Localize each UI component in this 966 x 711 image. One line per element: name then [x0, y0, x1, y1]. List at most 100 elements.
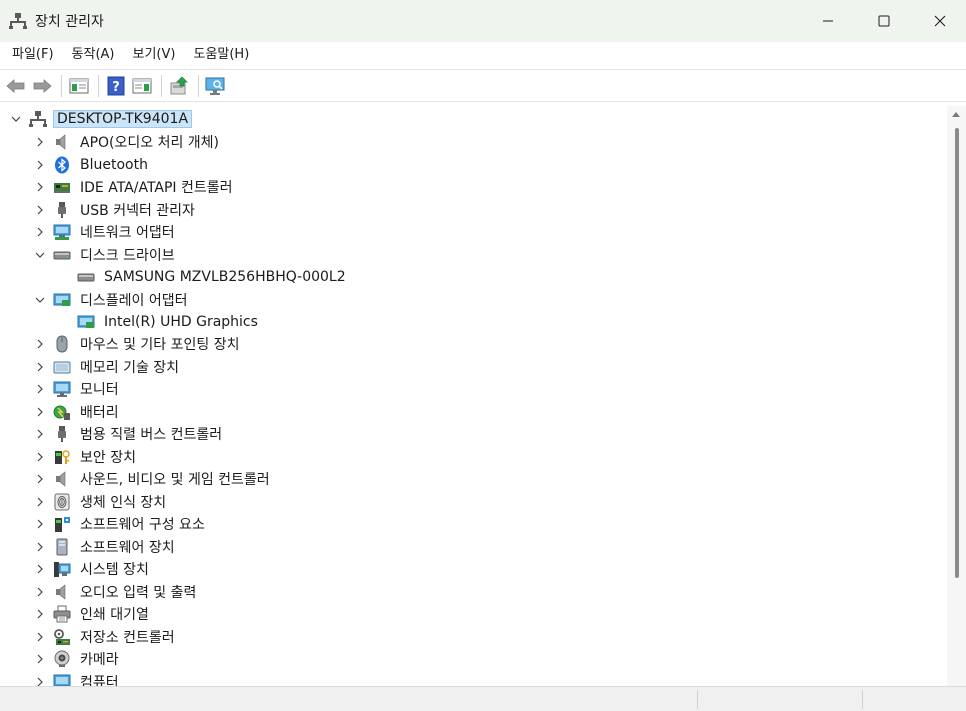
tree-item-label: 디스플레이 어댑터 [80, 293, 188, 309]
forward-button[interactable] [30, 74, 54, 98]
svg-text:?: ? [112, 80, 120, 95]
tree-item-monitor[interactable]: 모니터 [33, 378, 122, 400]
tree-item-apo[interactable]: APO(오디오 처리 개체) [33, 131, 222, 153]
tree-item-storage-controllers[interactable]: 저장소 컨트롤러 [33, 626, 178, 648]
chevron-right-icon[interactable] [33, 585, 47, 599]
minimize-button[interactable] [802, 0, 854, 42]
tree-root[interactable]: DESKTOP-TK9401A [9, 108, 193, 130]
camera-icon [53, 650, 71, 668]
tree-item-label: 모니터 [80, 382, 119, 398]
tree-item-label: 디스크 드라이브 [80, 248, 175, 264]
tree-item-battery[interactable]: 배터리 [33, 401, 122, 423]
tree-item-label: 저장소 컨트롤러 [80, 630, 175, 646]
details-view-button[interactable] [130, 74, 154, 98]
tree-item-label: 소프트웨어 구성 요소 [80, 517, 205, 533]
tree-item-system[interactable]: 시스템 장치 [33, 558, 152, 580]
tree-item-software-devices[interactable]: 소프트웨어 장치 [33, 536, 178, 558]
memory-icon [53, 358, 71, 376]
scroll-up-icon[interactable] [952, 112, 960, 117]
title-bar: 장치 관리자 [0, 0, 966, 42]
tree-item-print-queue[interactable]: 인쇄 대기열 [33, 603, 152, 625]
chevron-right-icon[interactable] [33, 607, 47, 621]
menu-file[interactable]: 파일(F) [4, 43, 62, 67]
usb-icon [53, 201, 71, 219]
mouse-icon [53, 335, 71, 353]
tree-item-security[interactable]: 보안 장치 [33, 446, 139, 468]
tree-item-label: 카메라 [80, 652, 119, 668]
chevron-right-icon[interactable] [33, 180, 47, 194]
tree-root-label: DESKTOP-TK9401A [53, 110, 193, 128]
tree-item-label: 컴퓨터 [80, 675, 119, 686]
toolbar-separator [98, 74, 99, 97]
tree-item-label: IDE ATA/ATAPI 컨트롤러 [80, 180, 233, 196]
chevron-right-icon[interactable] [33, 337, 47, 351]
chevron-right-icon[interactable] [33, 203, 47, 217]
maximize-button[interactable] [858, 0, 910, 42]
tree-item-audio-io[interactable]: 오디오 입력 및 출력 [33, 581, 199, 603]
chevron-right-icon[interactable] [33, 158, 47, 172]
tree-item-software-components[interactable]: 소프트웨어 구성 요소 [33, 513, 208, 535]
tree-item-computer[interactable]: 컴퓨터 [33, 671, 122, 686]
disk-icon [77, 268, 95, 286]
tree-item-disk-drives[interactable]: 디스크 드라이브 [33, 244, 178, 266]
tree-item-network[interactable]: 네트워크 어댑터 [33, 221, 178, 243]
tree-item-bluetooth[interactable]: Bluetooth [33, 154, 151, 176]
network-icon [53, 223, 71, 241]
chevron-right-icon[interactable] [33, 675, 47, 686]
tree-item-camera[interactable]: 카메라 [33, 648, 122, 670]
software-component-icon [53, 515, 71, 533]
ide-controller-icon [53, 178, 71, 196]
menu-action[interactable]: 동작(A) [64, 43, 123, 67]
tree-item-ide[interactable]: IDE ATA/ATAPI 컨트롤러 [33, 176, 236, 198]
device-tree[interactable]: DESKTOP-TK9401A APO(오디오 처리 개체) Bluetooth… [3, 106, 947, 686]
tree-child-disk[interactable]: SAMSUNG MZVLB256HBHQ-000L2 [77, 266, 349, 288]
disk-icon [53, 246, 71, 264]
toolbar-separator [161, 74, 162, 97]
chevron-right-icon[interactable] [33, 652, 47, 666]
chevron-right-icon[interactable] [33, 427, 47, 441]
chevron-right-icon[interactable] [33, 225, 47, 239]
tree-child-label: SAMSUNG MZVLB256HBHQ-000L2 [104, 269, 346, 285]
chevron-down-icon[interactable] [9, 112, 23, 126]
menu-help[interactable]: 도움말(H) [185, 43, 257, 67]
help-button[interactable]: ? [104, 74, 128, 98]
properties-view-button[interactable] [67, 74, 91, 98]
vertical-scrollbar[interactable] [947, 106, 966, 686]
scan-hardware-button[interactable] [204, 74, 228, 98]
back-button[interactable] [4, 74, 28, 98]
chevron-right-icon[interactable] [33, 517, 47, 531]
chevron-right-icon[interactable] [33, 540, 47, 554]
chevron-right-icon[interactable] [33, 562, 47, 576]
back-icon [6, 78, 25, 93]
computer-icon [53, 673, 71, 686]
tree-item-usb-controllers[interactable]: 범용 직렬 버스 컨트롤러 [33, 423, 225, 445]
chevron-right-icon[interactable] [33, 495, 47, 509]
tree-item-biometric[interactable]: 생체 인식 장치 [33, 491, 169, 513]
tree-item-label: 메모리 기술 장치 [80, 360, 180, 376]
system-icon [53, 560, 71, 578]
update-driver-button[interactable] [167, 74, 191, 98]
tree-child-display[interactable]: Intel(R) UHD Graphics [77, 311, 261, 333]
chevron-right-icon[interactable] [33, 135, 47, 149]
chevron-right-icon[interactable] [33, 360, 47, 374]
tree-item-display-adapters[interactable]: 디스플레이 어댑터 [33, 289, 191, 311]
chevron-right-icon[interactable] [33, 405, 47, 419]
toolbar-separator [61, 74, 62, 97]
chevron-right-icon[interactable] [33, 450, 47, 464]
tree-item-sound[interactable]: 사운드, 비디오 및 게임 컨트롤러 [33, 468, 273, 490]
chevron-right-icon[interactable] [33, 382, 47, 396]
tree-item-label: 마우스 및 기타 포인팅 장치 [80, 337, 240, 353]
storage-controller-icon [53, 628, 71, 646]
scrollbar-thumb[interactable] [955, 128, 959, 578]
tree-item-mouse[interactable]: 마우스 및 기타 포인팅 장치 [33, 333, 242, 355]
chevron-right-icon[interactable] [33, 472, 47, 486]
close-button[interactable] [914, 0, 966, 42]
tree-item-usb-connector[interactable]: USB 커넥터 관리자 [33, 199, 198, 221]
tree-item-memory[interactable]: 메모리 기술 장치 [33, 356, 182, 378]
chevron-down-icon[interactable] [33, 293, 47, 307]
tree-item-label: 시스템 장치 [80, 562, 149, 578]
chevron-down-icon[interactable] [33, 248, 47, 262]
tree-item-label: APO(오디오 처리 개체) [80, 135, 220, 151]
chevron-right-icon[interactable] [33, 630, 47, 644]
menu-view[interactable]: 보기(V) [125, 43, 184, 67]
